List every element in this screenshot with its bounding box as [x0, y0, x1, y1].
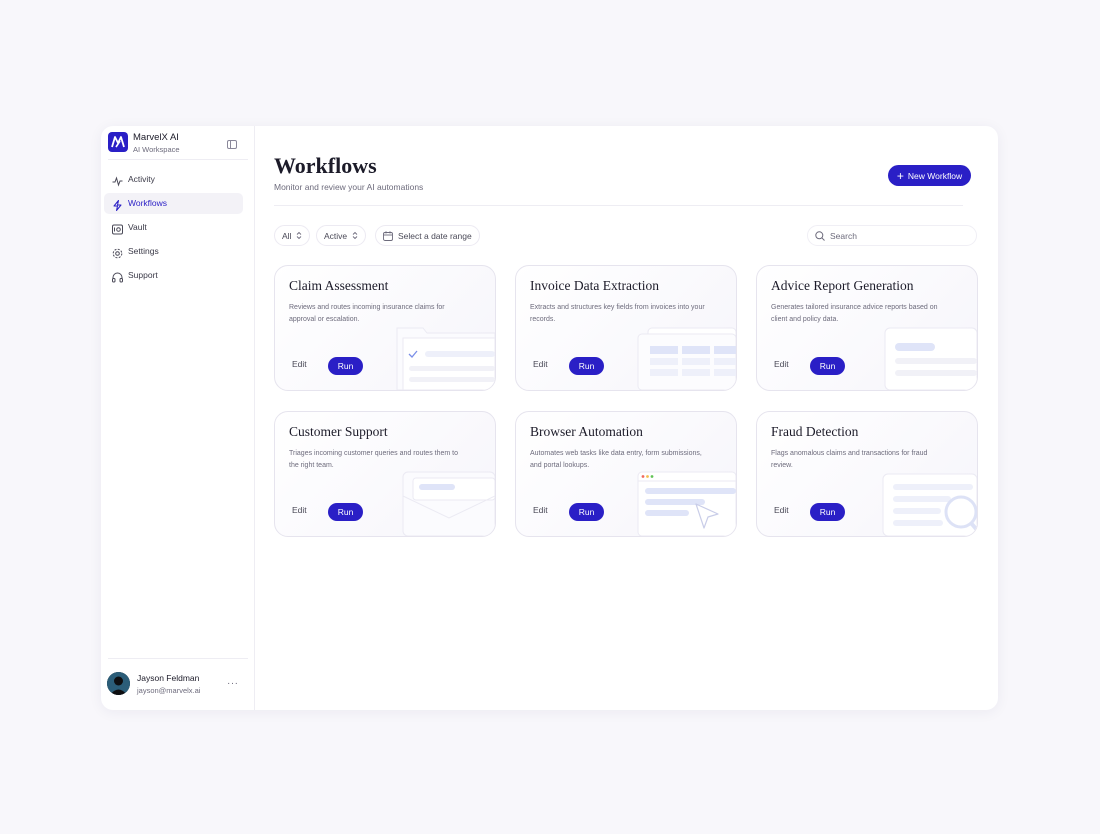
card-title: Browser Automation — [530, 424, 643, 439]
headphones-icon — [112, 270, 123, 283]
edit-button[interactable]: Edit — [533, 505, 548, 515]
sidebar: MarvelX AI AI Workspace Activity Workflo… — [101, 126, 255, 710]
edit-button[interactable]: Edit — [292, 505, 307, 515]
edit-button[interactable]: Edit — [774, 359, 789, 369]
sidebar-item-support[interactable]: Support — [104, 265, 243, 286]
user-menu-button[interactable]: ··· — [227, 678, 239, 689]
page-title: Workflows — [274, 153, 377, 178]
sidebar-item-vault[interactable]: Vault — [104, 217, 243, 238]
sidebar-footer-divider — [108, 658, 248, 659]
activity-icon — [112, 174, 123, 187]
marvelx-logo-icon — [108, 132, 128, 152]
browser-window-cursor-illustration-icon — [637, 471, 736, 536]
card-title: Advice Report Generation — [771, 278, 914, 293]
sidebar-item-label: Support — [128, 270, 158, 280]
plus-icon: + — [896, 168, 904, 183]
user-email: jayson@marvelx.ai — [137, 686, 201, 695]
sidebar-item-activity[interactable]: Activity — [104, 169, 243, 190]
workflow-card-fraud-detection[interactable]: Fraud Detection Flags anomalous claims a… — [756, 411, 978, 537]
header-divider — [274, 205, 963, 206]
sidebar-item-label: Settings — [128, 246, 159, 256]
vault-icon — [112, 222, 123, 235]
sidebar-item-label: Workflows — [128, 198, 168, 208]
sidebar-divider — [108, 159, 248, 160]
date-range-picker[interactable]: Select a date range — [375, 225, 480, 246]
type-filter-value: All — [282, 230, 292, 241]
edit-button[interactable]: Edit — [292, 359, 307, 369]
search-icon — [815, 230, 825, 241]
gear-icon — [112, 246, 123, 259]
sidebar-item-settings[interactable]: Settings — [104, 241, 243, 262]
sidebar-nav: Activity Workflows Vault Settings Suppor… — [104, 169, 243, 289]
run-button[interactable]: Run — [810, 503, 845, 521]
chevron-updown-icon — [297, 231, 302, 240]
brand-subtitle: AI Workspace — [133, 145, 180, 154]
search-input[interactable] — [830, 230, 960, 241]
edit-button[interactable]: Edit — [533, 359, 548, 369]
run-button[interactable]: Run — [810, 357, 845, 375]
type-filter-select[interactable]: All — [274, 225, 311, 246]
card-title: Customer Support — [289, 424, 388, 439]
avatar[interactable] — [107, 672, 130, 695]
sidebar-item-label: Vault — [128, 222, 147, 232]
search-box[interactable] — [807, 225, 977, 246]
magnifier-document-illustration-icon — [882, 473, 977, 536]
sidebar-item-label: Activity — [128, 174, 155, 184]
folder-checklist-illustration-icon — [396, 327, 495, 390]
edit-button[interactable]: Edit — [774, 505, 789, 515]
workflow-card-invoice-data-extraction[interactable]: Invoice Data Extraction Extracts and str… — [515, 265, 737, 391]
workflow-card-claim-assessment[interactable]: Claim Assessment Reviews and routes inco… — [274, 265, 496, 391]
status-filter-value: Active — [324, 230, 348, 241]
workflow-card-advice-report-generation[interactable]: Advice Report Generation Generates tailo… — [756, 265, 978, 391]
calendar-icon — [383, 230, 393, 241]
bolt-icon — [112, 198, 123, 211]
status-filter-select[interactable]: Active — [316, 225, 367, 246]
new-workflow-button[interactable]: + New Workflow — [888, 165, 971, 186]
run-button[interactable]: Run — [569, 357, 604, 375]
date-range-label: Select a date range — [398, 230, 472, 241]
workflow-card-browser-automation[interactable]: Browser Automation Automates web tasks l… — [515, 411, 737, 537]
envelope-illustration-icon — [402, 471, 495, 536]
sidebar-collapse-icon[interactable] — [227, 136, 237, 149]
app-window: MarvelX AI AI Workspace Activity Workflo… — [101, 126, 998, 710]
card-title: Invoice Data Extraction — [530, 278, 659, 293]
workflow-card-customer-support[interactable]: Customer Support Triages incoming custom… — [274, 411, 496, 537]
run-button[interactable]: Run — [569, 503, 604, 521]
page-subtitle: Monitor and review your AI automations — [274, 182, 424, 192]
card-title: Claim Assessment — [289, 278, 389, 293]
chevron-updown-icon — [352, 231, 358, 240]
card-title: Fraud Detection — [771, 424, 859, 439]
brand-name: MarvelX AI — [133, 132, 179, 143]
new-workflow-label: New Workflow — [907, 170, 963, 181]
run-button[interactable]: Run — [328, 503, 363, 521]
table-illustration-icon — [637, 327, 736, 390]
user-name: Jayson Feldman — [137, 673, 200, 683]
sidebar-item-workflows[interactable]: Workflows — [104, 193, 243, 214]
run-button[interactable]: Run — [328, 357, 363, 375]
report-document-illustration-icon — [884, 327, 977, 390]
